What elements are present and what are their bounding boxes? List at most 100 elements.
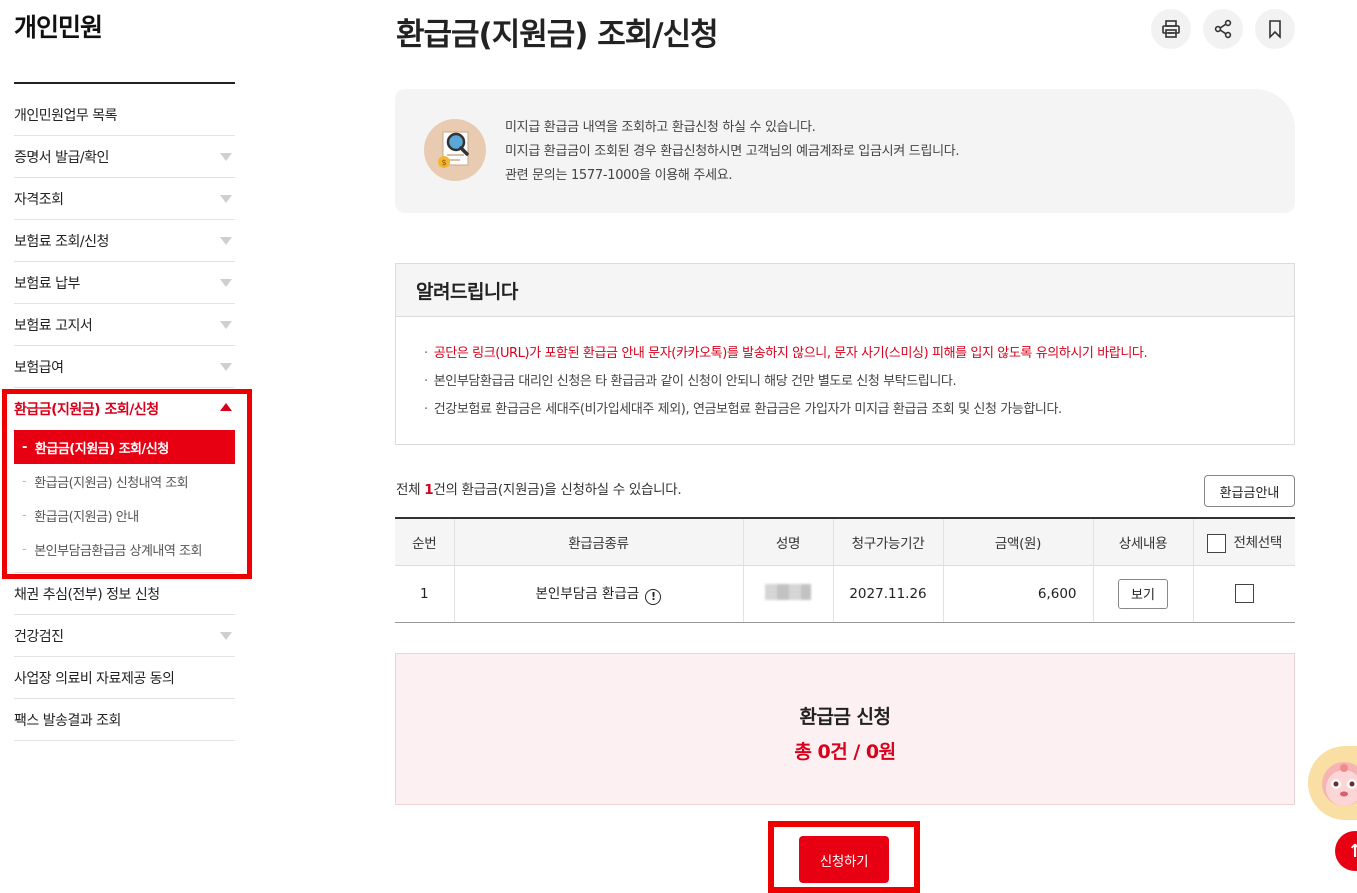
refund-table: 순번 환급금종류 성명 청구가능기간 금액(원) 상세내용 전체선택 1 본인부… (395, 517, 1295, 623)
cell-period: 2027.11.26 (832, 565, 943, 623)
summary-prefix: 전체 (396, 482, 425, 498)
caret-down-icon (220, 195, 232, 203)
bullet-icon: · (424, 402, 428, 417)
notice-item: · 본인부담환급금 대리인 신청은 타 환급금과 같이 신청이 안되니 해당 건만… (424, 368, 1294, 396)
submenu-item-label: 환급금(지원금) 조회/신청 (34, 441, 169, 457)
column-header-amount: 금액(원) (942, 518, 1093, 566)
printer-icon (1162, 20, 1180, 38)
sidebar-menu: 개인민원업무 목록 증명서 발급/확인 자격조회 보험료 조회/신청 보험료 납… (14, 94, 235, 741)
column-header-select-all[interactable]: 전체선택 (1192, 518, 1295, 566)
column-header-period: 청구가능기간 (832, 518, 943, 566)
submenu-item-refund-history[interactable]: - 환급금(지원금) 신청내역 조회 (14, 464, 235, 498)
bookmark-button[interactable] (1255, 9, 1295, 49)
sidebar-submenu-wrapper: - 환급금(지원금) 조회/신청 - 환급금(지원금) 신청내역 조회 - 환급금(지… (14, 430, 235, 573)
sidebar-item-medical-consent[interactable]: 사업장 의료비 자료제공 동의 (14, 657, 235, 699)
sidebar-item-label: 보험료 조회/신청 (14, 233, 109, 250)
column-header-type: 환급금종류 (453, 518, 743, 566)
arrow-up-icon: ↑ (1347, 840, 1357, 862)
notice-text: 공단은 링크(URL)가 포함된 환급금 안내 문자(카카오톡)를 발송하지 않… (433, 346, 1148, 361)
notice-list: · 공단은 링크(URL)가 포함된 환급금 안내 문자(카카오톡)를 발송하지 … (396, 317, 1294, 424)
document-search-icon: $ (424, 119, 486, 181)
share-icon (1214, 19, 1232, 39)
chatbot-mascot-button[interactable] (1308, 746, 1357, 820)
view-detail-button[interactable]: 보기 (1118, 578, 1168, 609)
cell-select (1192, 565, 1295, 623)
submenu-item-offset-history[interactable]: - 본인부담금환급금 상계내역 조회 (14, 532, 235, 566)
apply-title: 환급금 신청 (799, 706, 891, 728)
apply-button[interactable]: 신청하기 (799, 836, 889, 883)
dash-icon: - (22, 541, 27, 557)
sidebar-item-label: 채권 추심(전부) 정보 신청 (14, 586, 160, 603)
caret-down-icon (220, 153, 232, 161)
refund-type-label: 본인부담금 환급금 (535, 586, 640, 603)
sidebar-item-label: 보험급여 (14, 359, 64, 376)
caret-down-icon (220, 279, 232, 287)
share-button[interactable] (1203, 9, 1243, 49)
sidebar-item-benefits[interactable]: 보험급여 (14, 346, 235, 388)
sidebar-divider (14, 82, 235, 84)
submenu-item-refund-guide[interactable]: - 환급금(지원금) 안내 (14, 498, 235, 532)
submenu-item-label: 환급금(지원금) 안내 (34, 509, 139, 525)
submenu-item-refund-inquiry[interactable]: - 환급금(지원금) 조회/신청 (14, 430, 235, 464)
column-header-detail: 상세내용 (1092, 518, 1193, 566)
notice-item: · 건강보험료 환급금은 세대주(비가입세대주 제외), 연금보험료 환급금은 가… (424, 396, 1294, 424)
mascot-icon (1322, 762, 1357, 806)
column-header-no: 순번 (395, 518, 454, 566)
sidebar-item-label: 팩스 발송결과 조회 (14, 712, 121, 729)
cell-no: 1 (395, 565, 454, 623)
info-line: 관련 문의는 1577-1000을 이용해 주세요. (505, 168, 733, 183)
cell-amount: 6,600 (942, 565, 1093, 623)
sidebar-item-premium-notice[interactable]: 보험료 고지서 (14, 304, 235, 346)
sidebar-item-fax-result[interactable]: 팩스 발송결과 조회 (14, 699, 235, 741)
cell-name (742, 565, 833, 623)
sidebar-item-certificates[interactable]: 증명서 발급/확인 (14, 136, 235, 178)
sidebar-item-label: 보험료 납부 (14, 275, 80, 292)
row-select-checkbox[interactable] (1234, 584, 1254, 603)
cell-detail: 보기 (1092, 565, 1193, 623)
dash-icon: - (22, 473, 27, 489)
sidebar-item-label: 자격조회 (14, 191, 64, 208)
info-text: 미지급 환급금 내역을 조회하고 환급신청 하실 수 있습니다. 미지급 환급금… (505, 116, 960, 188)
masked-name (765, 583, 811, 600)
sidebar-item-civil-list[interactable]: 개인민원업무 목록 (14, 94, 235, 136)
info-line: 미지급 환급금 내역을 조회하고 환급신청 하실 수 있습니다. (505, 120, 816, 135)
table-row: 1 본인부담금 환급금 ! 2027.11.26 6,600 보기 (395, 565, 1295, 623)
cell-type: 본인부담금 환급금 ! (453, 565, 743, 623)
notice-item-warning: · 공단은 링크(URL)가 포함된 환급금 안내 문자(카카오톡)를 발송하지 … (424, 340, 1294, 368)
notice-panel: 알려드립니다 · 공단은 링크(URL)가 포함된 환급금 안내 문자(카카오톡)… (395, 263, 1295, 445)
sidebar-item-label: 사업장 의료비 자료제공 동의 (14, 670, 175, 687)
caret-down-icon (220, 363, 232, 371)
select-all-checkbox[interactable] (1206, 533, 1226, 553)
result-summary: 전체 1건의 환급금(지원금)을 신청하실 수 있습니다. (396, 478, 682, 498)
info-line: 미지급 환급금이 조회된 경우 환급신청하시면 고객님의 예금계좌로 입금시켜 … (505, 144, 960, 159)
apply-summary-box: 환급금 신청 총 0건 / 0원 (395, 653, 1295, 805)
submenu-item-label: 환급금(지원금) 신청내역 조회 (34, 475, 189, 491)
caret-down-icon (220, 321, 232, 329)
page: 개인민원 개인민원업무 목록 증명서 발급/확인 자격조회 보험료 조회/신청 … (0, 0, 1357, 893)
caret-down-icon (220, 632, 232, 640)
column-header-name: 성명 (742, 518, 833, 566)
refund-guide-button[interactable]: 환급금안내 (1204, 475, 1295, 507)
sidebar-title: 개인민원 (14, 13, 103, 42)
notice-title: 알려드립니다 (396, 264, 1294, 317)
print-button[interactable] (1151, 9, 1191, 49)
notice-text: 본인부담환급금 대리인 신청은 타 환급금과 같이 신청이 안되니 해당 건만 … (433, 374, 957, 389)
info-exclamation-icon[interactable]: ! (645, 588, 662, 605)
sidebar-item-qualification[interactable]: 자격조회 (14, 178, 235, 220)
scroll-top-button[interactable]: ↑ (1335, 831, 1357, 871)
bullet-icon: · (424, 346, 428, 361)
submenu-item-label: 본인부담금환급금 상계내역 조회 (34, 543, 202, 559)
sidebar-item-label: 보험료 고지서 (14, 317, 93, 334)
sidebar-item-refund[interactable]: 환급금(지원금) 조회/신청 (14, 388, 235, 430)
result-count: 1 (424, 482, 434, 498)
sidebar-item-premium-inquiry[interactable]: 보험료 조회/신청 (14, 220, 235, 262)
summary-suffix: 건의 환급금(지원금)을 신청하실 수 있습니다. (433, 482, 682, 498)
sidebar-item-health-checkup[interactable]: 건강검진 (14, 615, 235, 657)
sidebar-item-debt-collection[interactable]: 채권 추심(전부) 정보 신청 (14, 573, 235, 615)
bookmark-icon (1269, 20, 1281, 39)
sidebar-item-premium-payment[interactable]: 보험료 납부 (14, 262, 235, 304)
info-box: $ 미지급 환급금 내역을 조회하고 환급신청 하실 수 있습니다. 미지급 환… (395, 89, 1295, 213)
select-all-label: 전체선택 (1233, 535, 1283, 551)
sidebar-submenu: - 환급금(지원금) 조회/신청 - 환급금(지원금) 신청내역 조회 - 환급금(지… (14, 430, 235, 573)
dash-icon: - (22, 439, 27, 455)
